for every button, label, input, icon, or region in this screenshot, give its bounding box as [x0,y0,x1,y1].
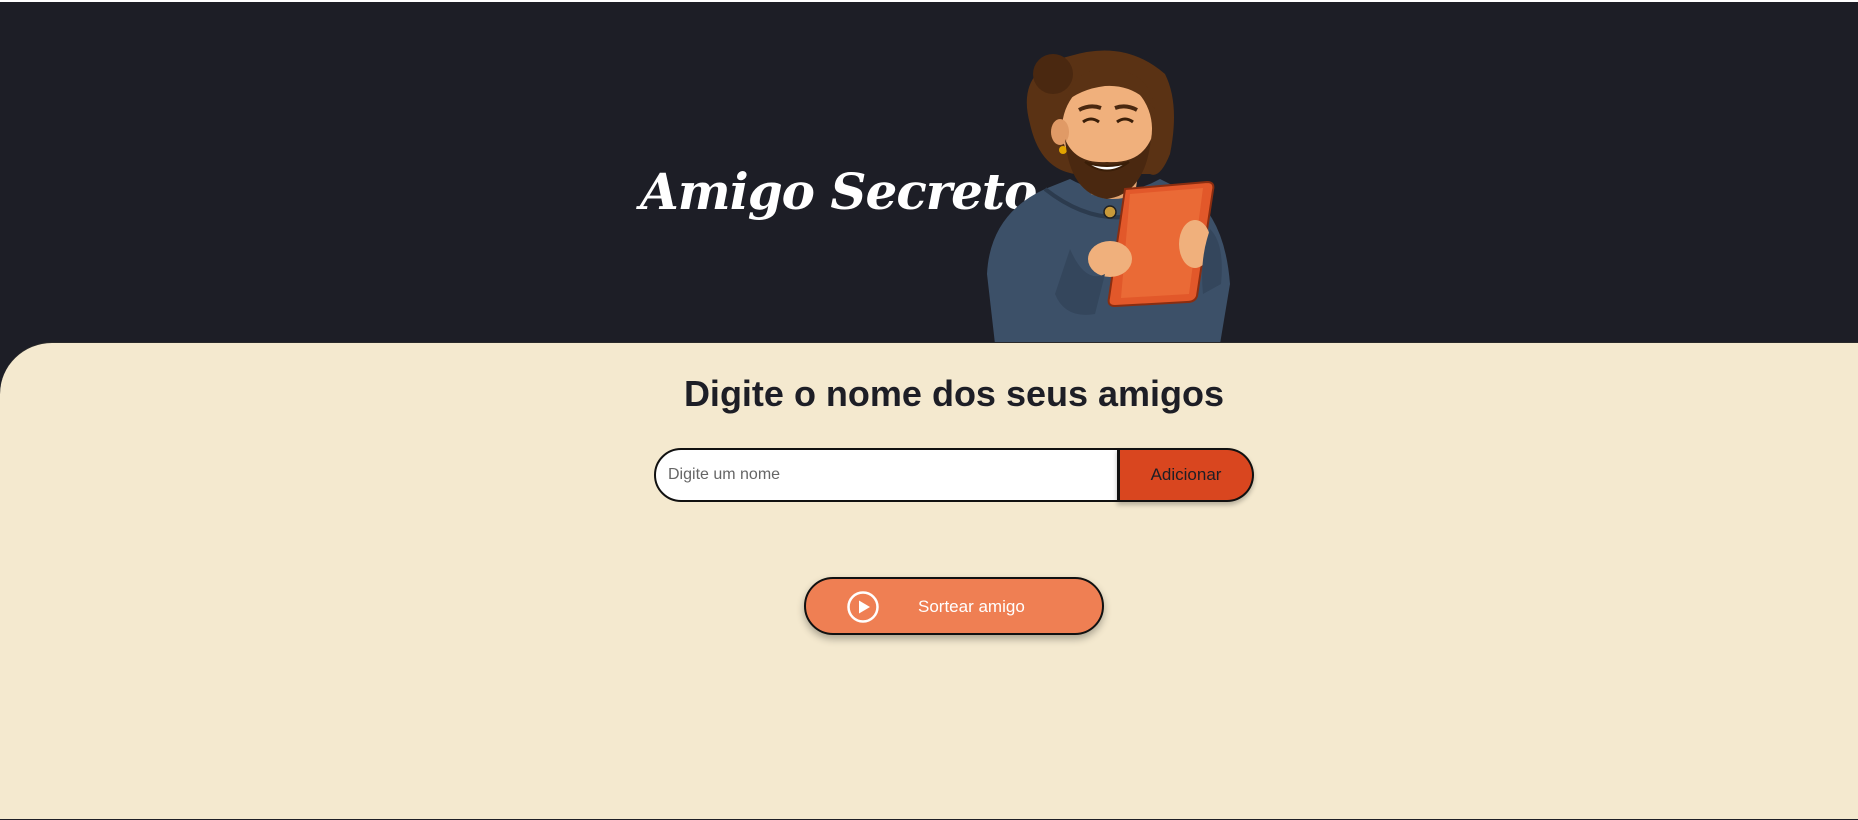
add-button[interactable]: Adicionar [1117,448,1254,502]
name-input[interactable] [654,448,1124,502]
add-friend-input-group: Adicionar [654,448,1254,502]
main-section: Digite o nome dos seus amigos Adicionar … [0,342,1858,819]
draw-friend-button[interactable]: Sortear amigo [804,577,1104,635]
bearded-man-with-tablet-illustration [987,50,1230,344]
header: Amigo Secreto [0,2,1858,344]
page: Amigo Secreto Digite o nome dos seus ami… [0,0,1858,820]
section-title: Digite o nome dos seus amigos [683,373,1225,414]
play-circle-icon [847,591,879,623]
draw-friend-button-label: Sortear amigo [918,597,1025,616]
